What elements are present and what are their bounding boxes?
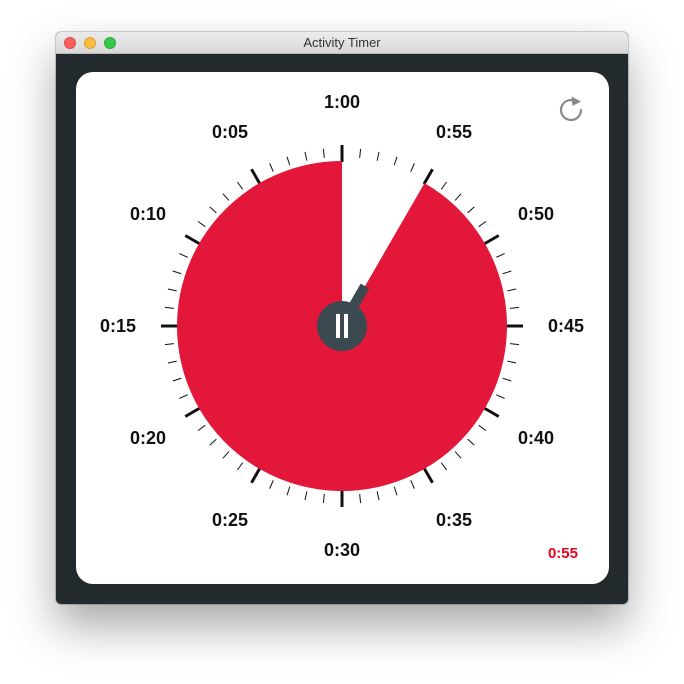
minor-tick <box>410 163 415 172</box>
minor-tick <box>172 377 182 382</box>
minor-tick <box>322 148 325 158</box>
minor-tick <box>179 253 188 258</box>
minor-tick <box>440 462 448 471</box>
minor-tick <box>502 270 512 275</box>
minor-tick <box>440 181 448 190</box>
minor-tick <box>209 206 217 214</box>
minor-tick <box>507 288 517 292</box>
minor-tick <box>322 494 325 504</box>
minor-tick <box>410 480 415 489</box>
minor-tick <box>179 394 188 399</box>
dial-label: 0:15 <box>100 316 136 336</box>
minor-tick <box>454 193 462 201</box>
major-tick <box>184 234 201 246</box>
minor-tick <box>304 491 308 501</box>
minor-tick <box>507 360 517 364</box>
dial-label: 0:50 <box>518 204 554 224</box>
minor-tick <box>393 156 398 166</box>
major-tick <box>483 234 500 246</box>
major-tick <box>250 168 262 185</box>
minor-tick <box>269 163 274 172</box>
minor-tick <box>236 462 244 471</box>
major-tick <box>184 406 201 418</box>
minor-tick <box>478 220 487 228</box>
minor-tick <box>167 288 177 292</box>
dial-label: 0:20 <box>130 428 166 448</box>
dial-label: 0:30 <box>324 540 360 560</box>
minor-tick <box>510 343 520 346</box>
pause-button[interactable] <box>317 301 367 351</box>
minor-tick <box>172 270 182 275</box>
dial-label: 0:35 <box>436 510 472 530</box>
minor-tick <box>222 451 230 459</box>
major-tick <box>422 168 434 185</box>
minor-tick <box>164 306 174 309</box>
dial-label: 0:25 <box>212 510 248 530</box>
minor-tick <box>164 343 174 346</box>
major-tick <box>483 406 500 418</box>
major-tick <box>250 467 262 484</box>
minor-tick <box>502 377 512 382</box>
title-bar: Activity Timer <box>56 32 628 54</box>
minor-tick <box>286 486 291 496</box>
minor-tick <box>209 438 217 446</box>
remaining-time-readout: 0:55 <box>547 545 578 562</box>
dial-label: 0:40 <box>518 428 554 448</box>
minor-tick <box>236 181 244 190</box>
major-tick <box>422 467 434 484</box>
minor-tick <box>393 486 398 496</box>
minor-tick <box>467 438 475 446</box>
minor-tick <box>496 253 505 258</box>
timer-panel: 1:00 0:55 0:50 0:45 0:40 0:35 0:30 0:25 0:20 0:15… <box>76 72 609 584</box>
minor-tick <box>222 193 230 201</box>
minor-tick <box>286 156 291 166</box>
window-title: Activity Timer <box>303 35 381 50</box>
minor-tick <box>197 220 206 228</box>
minor-tick <box>359 148 362 158</box>
dial-label: 0:10 <box>130 204 166 224</box>
minor-tick <box>496 394 505 399</box>
minor-tick <box>269 480 274 489</box>
minor-tick <box>167 360 177 364</box>
minor-tick <box>467 206 475 214</box>
dial-label: 0:45 <box>548 316 584 336</box>
minor-tick <box>376 491 380 501</box>
minor-tick <box>304 151 308 161</box>
minor-tick <box>359 494 362 504</box>
dial-label: 0:05 <box>212 122 248 142</box>
dial-label: 1:00 <box>324 92 360 112</box>
minor-tick <box>510 306 520 309</box>
timer-dial[interactable]: 1:00 0:55 0:50 0:45 0:40 0:35 0:30 0:25 0:20 0:15… <box>76 72 609 584</box>
dial-label: 0:55 <box>436 122 472 142</box>
minor-tick <box>478 424 487 432</box>
minor-tick <box>454 451 462 459</box>
app-window: Activity Timer 1:00 0:55 0:50 0:45 0:40 0:35 0… <box>56 32 628 604</box>
minor-tick <box>376 151 380 161</box>
center-knob[interactable] <box>317 301 367 351</box>
minor-tick <box>197 424 206 432</box>
